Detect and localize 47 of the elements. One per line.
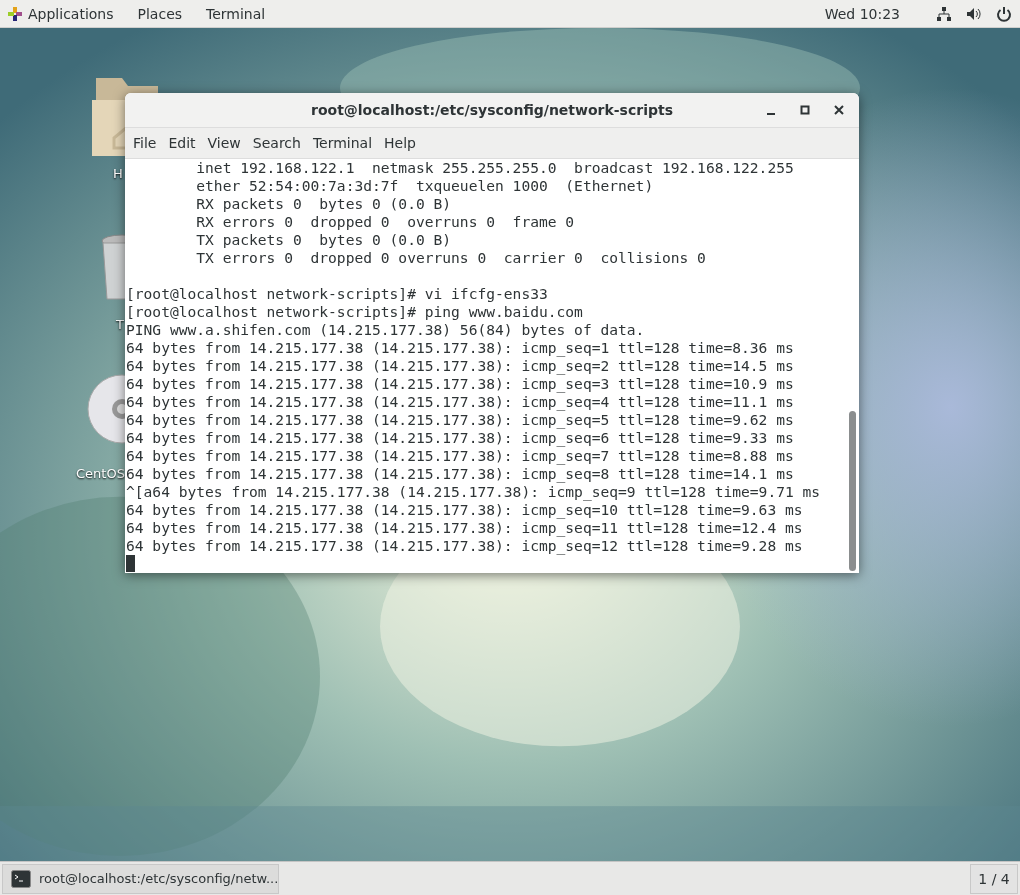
terminal-line: 64 bytes from 14.215.177.38 (14.215.177.38): icmp_seq=2 ttl=128 time=14.5 ms [126,357,795,375]
terminal-line: 64 bytes from 14.215.177.38 (14.215.177.38): icmp_seq=12 ttl=128 time=9.28 ms [126,537,804,555]
terminal-icon [11,869,31,888]
top-menu[interactable]: Applications [8,5,114,22]
terminal-line: inet 192.168.122.1 netmask 255.255.255.0 broadcast 192.168.122.255 [195,159,795,177]
terminal-line: 64 bytes from 14.215.177.38 (14.215.177.38): icmp_seq=4 ttl=128 time=11.1 ms [126,393,795,411]
terminal-line: 64 bytes from 14.215.177.38 (14.215.177.38): icmp_seq=7 ttl=128 time=8.88 ms [126,447,795,465]
terminal-line: RX packets 0 bytes 0 (0.0 B) [195,195,453,213]
terminal-line: [root@localhost network-scripts]# vi ifcfg-ens33 [126,285,549,303]
clock[interactable]: Wed 10:23 [824,5,900,22]
terminal-line: TX packets 0 bytes 0 (0.0 B) [195,231,453,249]
terminal-line: ^[a64 bytes from 14.215.177.38 (14.215.177.38): icmp_seq=9 ttl=128 time=9.71 ms [126,483,822,501]
terminal-line: 64 bytes from 14.215.177.38 (14.215.177.38): icmp_seq=1 ttl=128 time=8.36 ms [126,339,795,357]
menu-item[interactable]: View [201,128,247,158]
terminal-line: ether 52:54:00:7a:3d:7f txqueuelen 1000 (Ethernet) [195,177,655,195]
desktop-icon-label: H [113,166,123,181]
terminal-line: 64 bytes from 14.215.177.38 (14.215.177.38): icmp_seq=8 ttl=128 time=14.1 ms [126,465,795,483]
terminal-line: 64 bytes from 14.215.177.38 (14.215.177.38): icmp_seq=5 ttl=128 time=9.62 ms [126,411,795,429]
workspace-switcher[interactable]: 1 / 4 [970,863,1018,894]
menu-item[interactable]: Edit [162,128,202,158]
network-icon[interactable] [936,5,952,22]
power-icon[interactable] [996,5,1012,22]
scrollbar[interactable] [847,159,859,573]
terminal-line: RX errors 0 dropped 0 overruns 0 frame 0 [195,213,576,231]
maximize-icon [800,105,810,115]
close-icon [834,105,844,115]
terminal-line: 64 bytes from 14.215.177.38 (14.215.177.38): icmp_seq=10 ttl=128 time=9.63 ms [126,501,804,519]
menu-item[interactable]: Help [378,128,422,158]
terminal-line: 64 bytes from 14.215.177.38 (14.215.177.38): icmp_seq=11 ttl=128 time=12.4 ms [126,519,804,537]
menu-item[interactable]: Search [246,128,307,158]
terminal-line: 64 bytes from 14.215.177.38 (14.215.177.38): icmp_seq=3 ttl=128 time=10.9 ms [126,375,795,393]
top-menu[interactable]: Places [137,5,183,22]
window-title: root@localhost:/etc/sysconfig/network-scripts [311,102,673,118]
logo-icon [8,6,22,21]
terminal-line: [root@localhost network-scripts]# ping www.baidu.com [126,303,584,321]
trash-icon[interactable] [100,233,125,303]
top-menu[interactable]: Terminal [206,5,266,22]
desktop-icon-label: CentOS [76,466,125,481]
menu-item[interactable]: Terminal [306,128,379,158]
terminal-line: PING www.a.shifen.com (14.215.177.38) 56(84) bytes of data. [126,321,646,339]
scrollbar-thumb[interactable] [849,411,856,571]
task-button[interactable]: root@localhost:/etc/sysconfig/netw... [2,863,280,894]
minimize-icon [767,113,775,115]
menu-item[interactable]: File [127,128,163,158]
desktop-icon-label: T [116,317,124,332]
terminal-line: TX errors 0 dropped 0 overruns 0 carrier 0 collisions 0 [195,249,707,267]
terminal-line: 64 bytes from 14.215.177.38 (14.215.177.38): icmp_seq=6 ttl=128 time=9.33 ms [126,429,795,447]
